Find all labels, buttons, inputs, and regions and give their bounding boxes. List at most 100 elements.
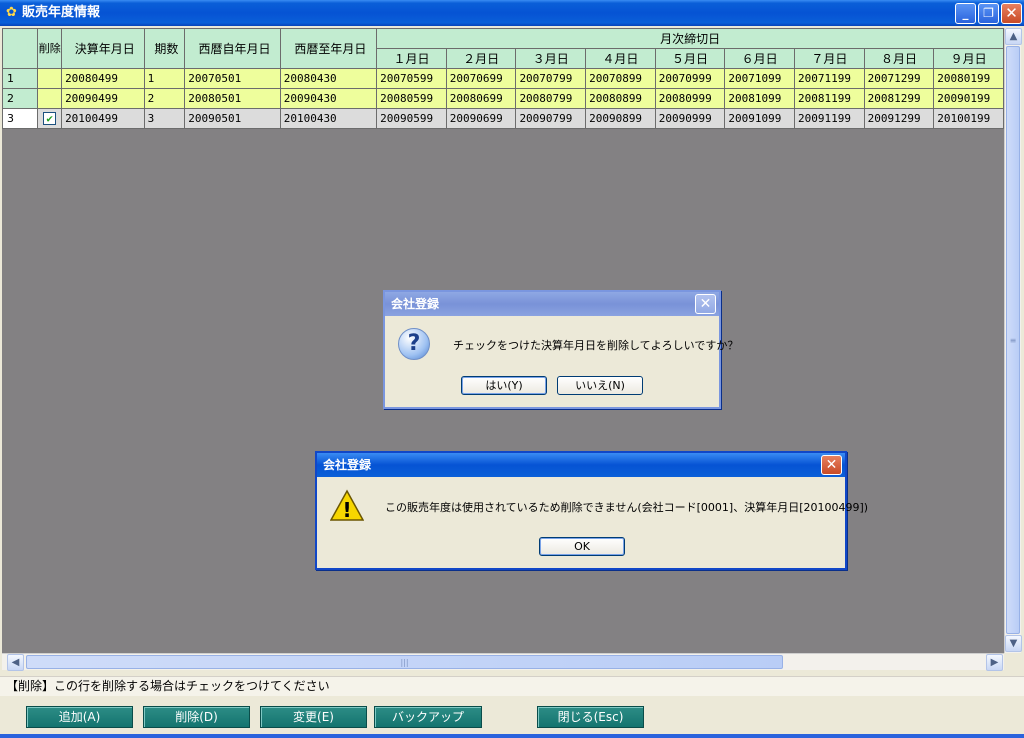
delete-button[interactable]: 削除(D) [143,706,250,728]
cell-month[interactable]: 20081299 [863,88,935,109]
confirm-dialog-titlebar: 会社登録 ✕ [385,292,719,316]
cell-month[interactable]: 20071299 [863,68,935,89]
error-dialog-close-button[interactable]: ✕ [821,455,842,475]
cell-period[interactable]: 1 [143,68,186,89]
backup-button[interactable]: バックアップ [374,706,482,728]
restore-button[interactable]: ❐ [978,3,999,24]
table-row[interactable]: 2 20090499 2 20080501 20090430 20080599 … [2,88,1004,109]
warning-icon: ! [329,489,365,523]
cell-end-date[interactable]: 20090430 [279,88,378,109]
table-row[interactable]: 3 ✔ 20100499 3 20090501 20100430 2009059… [2,108,1004,129]
row-number-header [2,28,39,69]
cell-month[interactable]: 20070899 [585,68,656,89]
horizontal-scroll-thumb[interactable]: ||| [26,655,783,669]
status-message: 【削除】この行を削除する場合はチェックをつけてください [0,676,1024,696]
cell-month[interactable]: 20080899 [585,88,656,109]
cell-fiscal-date[interactable]: 20090499 [61,88,145,109]
row-number: 3 [2,108,39,129]
delete-checkbox-cell[interactable]: ✔ [37,108,63,129]
header-start-date[interactable]: 西暦自年月日 [184,28,281,69]
cell-month[interactable]: 20070799 [515,68,587,89]
cell-start-date[interactable]: 20080501 [184,88,281,109]
cell-month[interactable]: 20080799 [515,88,587,109]
cell-month[interactable]: 20100199 [933,108,1004,129]
fiscal-year-table: 削除 決算年月日 期数 西暦自年月日 西暦至年月日 月次締切日 １月日 ２月日 … [2,28,1004,129]
close-button[interactable]: ✕ [1001,3,1022,24]
confirm-dialog-message: チェックをつけた決算年月日を削除してよろしいですか？ [453,339,739,352]
cell-start-date[interactable]: 20090501 [184,108,281,129]
cell-month[interactable]: 20080999 [654,88,726,109]
cell-month[interactable]: 20070599 [376,68,447,89]
cell-period[interactable]: 3 [143,108,186,129]
cell-end-date[interactable]: 20100430 [279,108,378,129]
vertical-scroll-thumb[interactable]: ≡ [1006,46,1020,634]
header-month-6[interactable]: ６月日 [724,48,795,69]
cell-month[interactable]: 20091099 [724,108,795,129]
vertical-scrollbar[interactable]: ▲ ≡ ▼ [1004,28,1022,653]
scroll-down-button[interactable]: ▼ [1005,635,1022,652]
header-period[interactable]: 期数 [143,28,186,69]
cell-month[interactable]: 20081099 [724,88,795,109]
app-icon: ✿ [6,5,17,20]
delete-checkbox-cell[interactable] [37,68,63,89]
close-screen-button[interactable]: 閉じる(Esc) [537,706,644,728]
cell-fiscal-date[interactable]: 20080499 [61,68,145,89]
confirm-dialog-title: 会社登録 [391,297,440,311]
cell-month[interactable]: 20090699 [445,108,517,129]
header-month-5[interactable]: ５月日 [654,48,726,69]
yes-button[interactable]: はい(Y) [461,376,547,395]
horizontal-scrollbar[interactable]: ◀ ||| ▶ [2,653,1004,671]
cell-month[interactable]: 20090599 [376,108,447,129]
header-month-8[interactable]: ８月日 [863,48,935,69]
header-month-4[interactable]: ４月日 [585,48,656,69]
scrollbar-corner [1004,653,1021,670]
scroll-left-button[interactable]: ◀ [7,654,24,671]
cell-month[interactable]: 20080599 [376,88,447,109]
error-dialog-title: 会社登録 [323,458,372,472]
header-month-9[interactable]: ９月日 [933,48,1004,69]
cell-month[interactable]: 20090999 [654,108,726,129]
scroll-up-button[interactable]: ▲ [1005,28,1022,45]
header-end-date[interactable]: 西暦至年月日 [279,28,378,69]
row-number: 1 [2,68,39,89]
header-month-3[interactable]: ３月日 [515,48,587,69]
confirm-delete-dialog: 会社登録 ✕ ? チェックをつけた決算年月日を削除してよろしいですか？ はい(Y… [383,290,738,409]
cell-month[interactable]: 20081199 [794,88,865,109]
delete-checkbox-cell[interactable] [37,88,63,109]
header-delete: 削除 [37,28,63,69]
header-month-1[interactable]: １月日 [376,48,447,69]
cell-end-date[interactable]: 20080430 [279,68,378,89]
cell-fiscal-date[interactable]: 20100499 [61,108,145,129]
confirm-dialog-close-button[interactable]: ✕ [695,294,716,314]
cell-month[interactable]: 20090899 [585,108,656,129]
delete-checkbox-checked[interactable]: ✔ [43,112,57,126]
cell-month[interactable]: 20080699 [445,88,517,109]
cell-month[interactable]: 20091299 [863,108,935,129]
cell-month[interactable]: 20080199 [933,68,1004,89]
change-button[interactable]: 変更(E) [260,706,367,728]
scroll-right-button[interactable]: ▶ [986,654,1003,671]
cell-month[interactable]: 20091199 [794,108,865,129]
question-icon: ? [398,328,430,360]
header-month-2[interactable]: ２月日 [445,48,517,69]
cell-month[interactable]: 20090799 [515,108,587,129]
header-fiscal-date[interactable]: 決算年月日 [61,28,145,69]
window-bottom-edge [0,734,1024,738]
cell-month[interactable]: 20070999 [654,68,726,89]
cell-month[interactable]: 20071099 [724,68,795,89]
cell-month[interactable]: 20090199 [933,88,1004,109]
window-title: 販売年度情報 [22,5,101,20]
cell-start-date[interactable]: 20070501 [184,68,281,89]
warning-mark: ! [342,498,351,522]
cell-month[interactable]: 20071199 [794,68,865,89]
cell-month[interactable]: 20070699 [445,68,517,89]
minimize-button[interactable]: _ [955,3,976,24]
cell-period[interactable]: 2 [143,88,186,109]
no-button[interactable]: いいえ(N) [557,376,643,395]
action-button-bar: 追加(A) 削除(D) 変更(E) バックアップ 閉じる(Esc) [0,698,1024,738]
add-button[interactable]: 追加(A) [26,706,133,728]
table-row[interactable]: 1 20080499 1 20070501 20080430 20070599 … [2,68,1004,89]
ok-button[interactable]: OK [539,537,625,556]
header-month-7[interactable]: ７月日 [794,48,865,69]
row-number: 2 [2,88,39,109]
